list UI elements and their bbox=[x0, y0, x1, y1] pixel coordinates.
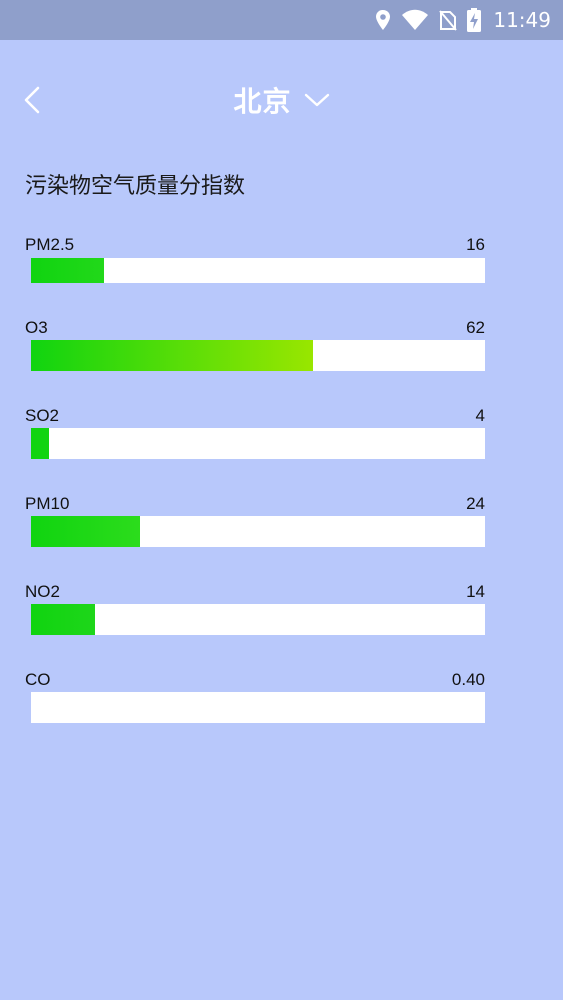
index-bar-track bbox=[31, 428, 485, 459]
section-title: 污染物空气质量分指数 bbox=[25, 174, 246, 199]
status-bar: 11:49 bbox=[0, 0, 563, 40]
pollutant-value: 0.40 bbox=[451, 670, 485, 689]
index-bar-track bbox=[31, 604, 485, 635]
pollutant-value: 16 bbox=[466, 235, 485, 254]
index-bar-fill bbox=[31, 258, 105, 283]
index-bar-fill bbox=[31, 604, 95, 635]
index-bar-track bbox=[31, 258, 485, 283]
pollutant-name: O3 bbox=[25, 318, 48, 337]
no-sim-icon bbox=[439, 9, 458, 31]
pollutant-name: CO bbox=[25, 670, 51, 689]
pollutant-row: NO2 14 bbox=[0, 582, 563, 638]
pollutant-value: 24 bbox=[466, 494, 485, 513]
pollutant-name: PM2.5 bbox=[25, 235, 75, 254]
pollutant-value: 14 bbox=[466, 582, 485, 601]
index-bar-track bbox=[31, 516, 485, 547]
pollutant-row: CO 0.40 bbox=[0, 670, 563, 726]
status-icons: 11:49 bbox=[375, 0, 551, 40]
status-time: 11:49 bbox=[493, 8, 551, 32]
pollutant-row: PM10 24 bbox=[0, 494, 563, 550]
pollutant-value: 4 bbox=[475, 406, 485, 425]
chevron-left-icon bbox=[18, 80, 52, 120]
wifi-icon bbox=[401, 9, 429, 31]
pollutant-name: NO2 bbox=[25, 582, 60, 601]
pollutant-row: O3 62 bbox=[0, 318, 563, 374]
pollutant-row: PM2.5 16 bbox=[0, 235, 563, 285]
index-bar-fill bbox=[31, 516, 140, 547]
pollutant-name: SO2 bbox=[25, 406, 60, 425]
location-icon bbox=[375, 9, 391, 31]
city-selector[interactable]: 北京 bbox=[0, 80, 563, 120]
back-button[interactable] bbox=[18, 80, 52, 120]
pollutant-value: 62 bbox=[466, 318, 485, 337]
battery-charging-icon bbox=[467, 8, 482, 32]
header: 北京 bbox=[0, 40, 563, 160]
chevron-down-icon bbox=[304, 92, 330, 108]
pollutant-row: SO2 4 bbox=[0, 406, 563, 462]
index-bar-track bbox=[31, 340, 485, 371]
index-bar-track bbox=[31, 692, 485, 723]
index-bar-fill bbox=[31, 340, 313, 371]
pollutant-name: PM10 bbox=[25, 494, 70, 513]
index-bar-fill bbox=[31, 428, 50, 459]
city-name: 北京 bbox=[233, 85, 292, 118]
